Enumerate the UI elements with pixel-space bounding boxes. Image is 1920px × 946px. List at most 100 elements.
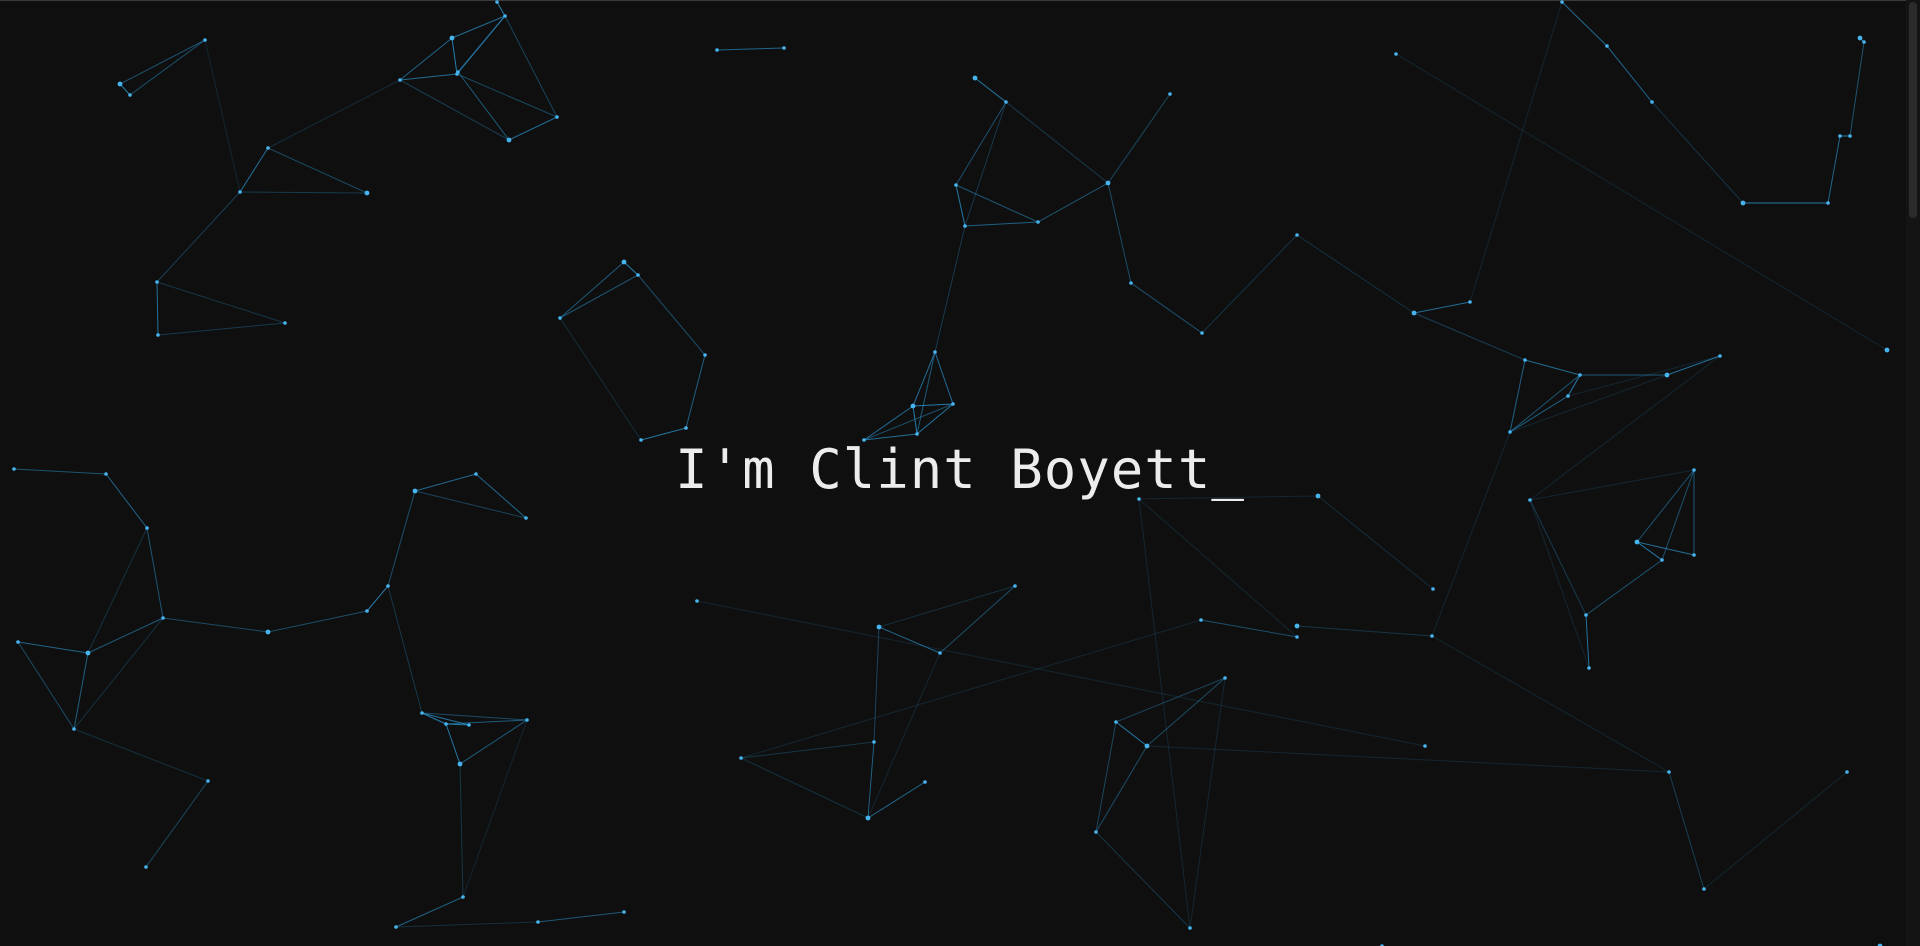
network-link — [1115, 677, 1226, 723]
network-link — [1561, 1, 1608, 47]
network-node — [622, 910, 626, 914]
network-link — [873, 626, 880, 743]
network-link — [73, 652, 89, 730]
network-link — [740, 741, 875, 759]
network-link — [1827, 135, 1841, 204]
network-link — [912, 403, 954, 407]
network-node — [555, 115, 559, 119]
network-link — [1529, 499, 1590, 669]
network-link — [17, 641, 89, 654]
network-link — [740, 757, 869, 819]
network-link — [637, 274, 706, 356]
network-link — [451, 15, 506, 39]
network-node — [145, 526, 149, 530]
network-node — [449, 35, 455, 41]
network-node — [1468, 300, 1472, 304]
network-node — [457, 761, 463, 767]
network-node — [1692, 553, 1696, 557]
network-node — [238, 190, 242, 194]
network-link — [878, 585, 1016, 628]
network-link — [1666, 355, 1721, 376]
network-link — [685, 354, 706, 429]
network-node — [1129, 281, 1133, 285]
network-node — [128, 93, 132, 97]
network-node — [695, 599, 699, 603]
network-node — [444, 722, 448, 726]
network-node — [524, 516, 528, 520]
network-link — [119, 39, 206, 85]
network-link — [1296, 234, 1415, 314]
network-node — [951, 402, 955, 406]
network-link — [421, 712, 528, 721]
network-node — [161, 616, 165, 620]
network-node — [72, 727, 76, 731]
network-node — [420, 711, 424, 715]
network-link — [457, 71, 510, 141]
network-node — [1740, 200, 1746, 206]
network-node — [1605, 44, 1609, 48]
network-node — [117, 81, 123, 87]
network-link — [1037, 182, 1109, 223]
network-link — [934, 225, 966, 353]
network-node — [1114, 720, 1118, 724]
network-link — [1567, 355, 1721, 397]
network-node — [739, 756, 743, 760]
network-link — [1413, 312, 1526, 361]
scrollbar[interactable] — [1906, 0, 1920, 946]
network-link — [878, 626, 941, 654]
network-link — [87, 617, 164, 654]
network-node — [923, 780, 927, 784]
network-node — [1411, 310, 1417, 316]
network-node — [467, 723, 471, 727]
network-node — [865, 815, 871, 821]
scrollbar-thumb[interactable] — [1909, 2, 1917, 218]
network-node — [1848, 134, 1852, 138]
network-link — [1529, 499, 1587, 616]
network-node — [1188, 926, 1192, 930]
network-node — [1295, 635, 1299, 639]
network-link — [623, 261, 639, 276]
network-link — [1201, 234, 1298, 334]
network-link — [496, 1, 506, 17]
network-link — [395, 921, 539, 928]
network-link — [239, 191, 368, 194]
network-link — [462, 719, 528, 898]
network-node — [365, 609, 369, 613]
network-node — [1845, 770, 1849, 774]
network-link — [1189, 677, 1226, 929]
network-link — [1703, 771, 1848, 890]
network-link — [1849, 41, 1865, 137]
network-node — [265, 629, 271, 635]
network-node — [364, 190, 370, 196]
network-link — [73, 617, 164, 730]
network-link — [399, 37, 453, 81]
network-link — [1138, 498, 1191, 929]
network-link — [145, 780, 209, 868]
network-node — [1105, 180, 1111, 186]
network-link — [867, 652, 941, 819]
network-link — [974, 77, 1007, 103]
network-link — [457, 15, 506, 73]
network-node — [1560, 0, 1564, 4]
network-node — [1702, 887, 1706, 891]
network-link — [204, 39, 241, 193]
network-link — [934, 351, 954, 405]
network-node — [266, 146, 270, 150]
network-link — [1317, 495, 1434, 590]
network-node — [144, 865, 148, 869]
network-node — [506, 137, 512, 143]
network-link — [559, 274, 639, 319]
network-link — [1138, 498, 1298, 638]
network-node — [876, 624, 882, 630]
network-link — [239, 147, 269, 193]
network-link — [1469, 1, 1563, 303]
network-node — [1884, 347, 1890, 353]
network-link — [17, 641, 75, 730]
network-link — [456, 73, 558, 118]
network-link — [129, 39, 206, 96]
network-link — [939, 585, 1016, 654]
network-link — [1095, 831, 1191, 929]
network-link — [955, 101, 1007, 186]
network-link — [156, 281, 286, 324]
typing-cursor: _ — [1211, 438, 1245, 501]
